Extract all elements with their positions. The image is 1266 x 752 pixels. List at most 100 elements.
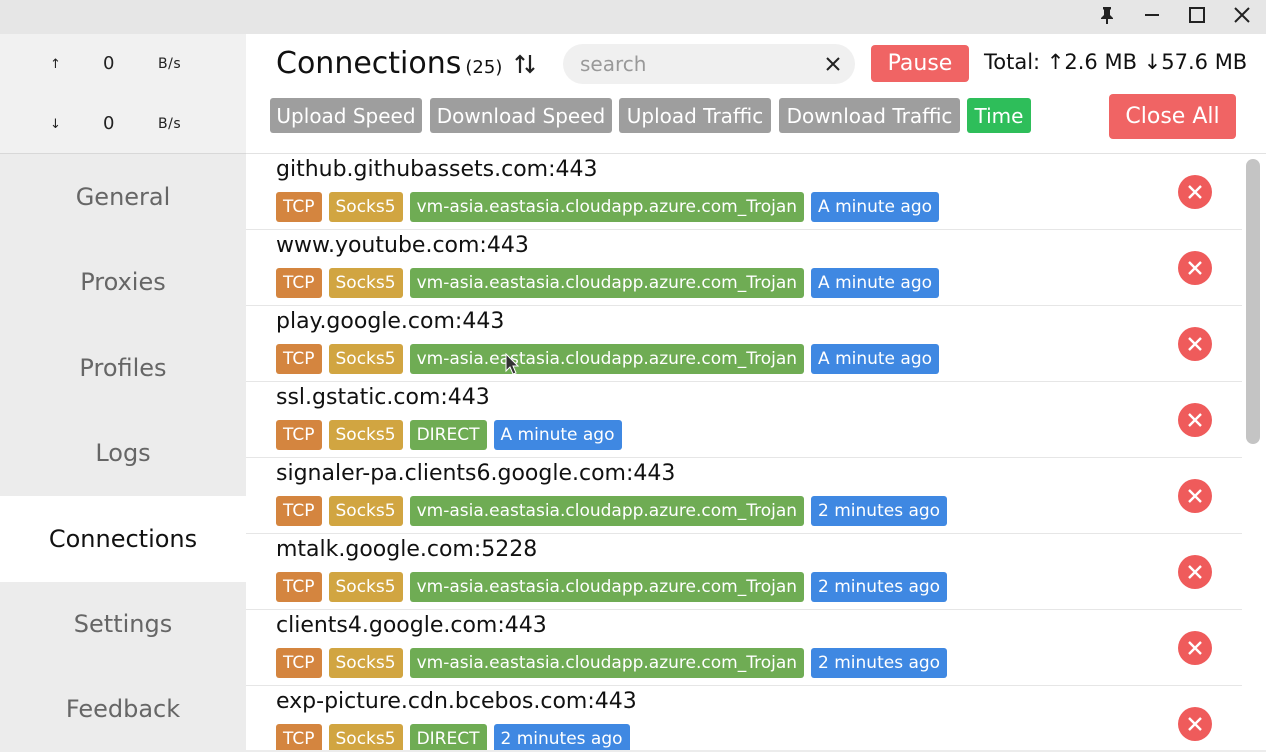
connection-tags: TCP Socks5 vm-asia.eastasia.cloudapp.azure… — [276, 572, 948, 602]
close-connection-button[interactable] — [1178, 327, 1212, 361]
sidebar: ↑ 0 B/s ↓ 0 B/s General Proxies Profiles… — [0, 34, 246, 750]
sidebar-item-profiles[interactable]: Profiles — [0, 325, 246, 411]
close-x-icon — [1188, 717, 1202, 731]
close-x-icon — [1188, 261, 1202, 275]
sort-time-button[interactable]: Time — [967, 98, 1031, 133]
clear-search-icon[interactable] — [823, 54, 843, 74]
sidebar-item-proxies[interactable]: Proxies — [0, 239, 246, 325]
sidebar-item-logs[interactable]: Logs — [0, 410, 246, 496]
search-input[interactable] — [580, 50, 810, 78]
sort-order-icon[interactable] — [512, 50, 538, 78]
sidebar-item-settings[interactable]: Settings — [0, 581, 246, 667]
connection-tags: TCP Socks5 vm-asia.eastasia.cloudapp.azure… — [276, 496, 948, 526]
close-connection-button[interactable] — [1178, 631, 1212, 665]
connection-row: github.githubassets.com:443 TCP Socks5 vm-a… — [246, 154, 1242, 230]
connection-host: github.githubassets.com:443 — [276, 157, 598, 182]
connection-tags: TCP Socks5 vm-asia.eastasia.cloudapp.azure… — [276, 268, 940, 298]
close-connection-button[interactable] — [1178, 251, 1212, 285]
connection-row: play.google.com:443 TCP Socks5 vm-asia.east… — [246, 306, 1242, 382]
type-tag: Socks5 — [328, 724, 403, 750]
total-traffic: Total: ↑2.6 MB ↓57.6 MB — [984, 50, 1248, 74]
connection-host: ssl.gstatic.com:443 — [276, 385, 490, 410]
pin-icon[interactable] — [1085, 0, 1129, 30]
close-connection-button[interactable] — [1178, 555, 1212, 589]
network-tag: TCP — [276, 724, 322, 750]
close-all-button[interactable]: Close All — [1109, 94, 1236, 139]
connection-host: play.google.com:443 — [276, 309, 505, 334]
chain-tag: vm-asia.eastasia.cloudapp.azure.com_Troj… — [409, 648, 805, 678]
title-bar — [0, 0, 1266, 34]
type-tag: Socks5 — [328, 192, 403, 222]
connection-tags: TCP Socks5 vm-asia.eastasia.cloudapp.azure… — [276, 192, 940, 222]
time-tag: A minute ago — [811, 344, 940, 374]
chain-tag: DIRECT — [409, 724, 487, 750]
connection-tags: TCP Socks5 vm-asia.eastasia.cloudapp.azure… — [276, 344, 940, 374]
sidebar-item-connections[interactable]: Connections — [0, 496, 246, 582]
network-tag: TCP — [276, 572, 322, 602]
sort-upload-traffic-button[interactable]: Upload Traffic — [619, 98, 771, 133]
close-connection-button[interactable] — [1178, 707, 1212, 741]
connection-host: mtalk.google.com:5228 — [276, 537, 538, 562]
speed-panel: ↑ 0 B/s ↓ 0 B/s — [0, 34, 246, 154]
network-tag: TCP — [276, 496, 322, 526]
time-tag: 2 minutes ago — [493, 724, 630, 750]
close-icon[interactable] — [1220, 0, 1264, 30]
close-x-icon — [1188, 489, 1202, 503]
connection-host: signaler-pa.clients6.google.com:443 — [276, 461, 676, 486]
connection-row: www.youtube.com:443 TCP Socks5 vm-asia.east… — [246, 230, 1242, 306]
connection-tags: TCP Socks5 vm-asia.eastasia.cloudapp.azure… — [276, 648, 948, 678]
search-box — [563, 44, 855, 84]
upload-speed-value: 0 — [103, 53, 115, 74]
type-tag: Socks5 — [328, 268, 403, 298]
type-tag: Socks5 — [328, 344, 403, 374]
sidebar-item-feedback[interactable]: Feedback — [0, 666, 246, 752]
pause-button[interactable]: Pause — [871, 45, 969, 82]
time-tag: 2 minutes ago — [811, 572, 948, 602]
scrollbar[interactable] — [1242, 154, 1266, 750]
minimize-icon[interactable] — [1130, 0, 1174, 30]
sort-download-traffic-button[interactable]: Download Traffic — [779, 98, 960, 133]
connection-row: exp-picture.cdn.bcebos.com:443 TCP Socks5 D… — [246, 686, 1242, 750]
chain-tag: vm-asia.eastasia.cloudapp.azure.com_Troj… — [409, 496, 805, 526]
time-tag: A minute ago — [811, 192, 940, 222]
close-connection-button[interactable] — [1178, 175, 1212, 209]
download-speed-unit: B/s — [158, 116, 182, 132]
close-x-icon — [1188, 413, 1202, 427]
chain-tag: DIRECT — [409, 420, 487, 450]
connection-row: mtalk.google.com:5228 TCP Socks5 vm-asia.ea… — [246, 534, 1242, 610]
maximize-icon[interactable] — [1175, 0, 1219, 30]
connections-header: Connections(25) Pause Total: ↑2.6 MB ↓57… — [246, 34, 1266, 154]
type-tag: Socks5 — [328, 420, 403, 450]
close-x-icon — [1188, 565, 1202, 579]
close-x-icon — [1188, 641, 1202, 655]
connection-tags: TCP Socks5 DIRECT A minute ago — [276, 420, 622, 450]
close-connection-button[interactable] — [1178, 403, 1212, 437]
time-tag: 2 minutes ago — [811, 496, 948, 526]
type-tag: Socks5 — [328, 572, 403, 602]
connection-row: signaler-pa.clients6.google.com:443 TCP So… — [246, 458, 1242, 534]
upload-speed: ↑ 0 B/s — [0, 49, 246, 79]
sort-upload-speed-button[interactable]: Upload Speed — [270, 98, 422, 133]
connection-row: ssl.gstatic.com:443 TCP Socks5 DIRECT A minu… — [246, 382, 1242, 458]
type-tag: Socks5 — [328, 648, 403, 678]
close-x-icon — [1188, 337, 1202, 351]
download-speed-value: 0 — [103, 113, 115, 134]
download-arrow-icon: ↓ — [50, 117, 61, 132]
connection-tags: TCP Socks5 DIRECT 2 minutes ago — [276, 724, 630, 750]
close-x-icon — [1188, 185, 1202, 199]
close-connection-button[interactable] — [1178, 479, 1212, 513]
page-title-text: Connections — [276, 46, 462, 81]
page-title: Connections (25) — [276, 46, 502, 81]
scrollbar-thumb[interactable] — [1246, 159, 1260, 444]
network-tag: TCP — [276, 648, 322, 678]
upload-arrow-icon: ↑ — [50, 57, 61, 72]
connection-host: www.youtube.com:443 — [276, 233, 529, 258]
chain-tag: vm-asia.eastasia.cloudapp.azure.com_Troj… — [409, 572, 805, 602]
chain-tag: vm-asia.eastasia.cloudapp.azure.com_Troj… — [409, 268, 805, 298]
download-speed: ↓ 0 B/s — [0, 109, 246, 139]
connection-host: exp-picture.cdn.bcebos.com:443 — [276, 689, 637, 714]
sort-download-speed-button[interactable]: Download Speed — [430, 98, 612, 133]
sidebar-item-general[interactable]: General — [0, 154, 246, 240]
network-tag: TCP — [276, 344, 322, 374]
chain-tag: vm-asia.eastasia.cloudapp.azure.com_Troj… — [409, 192, 805, 222]
